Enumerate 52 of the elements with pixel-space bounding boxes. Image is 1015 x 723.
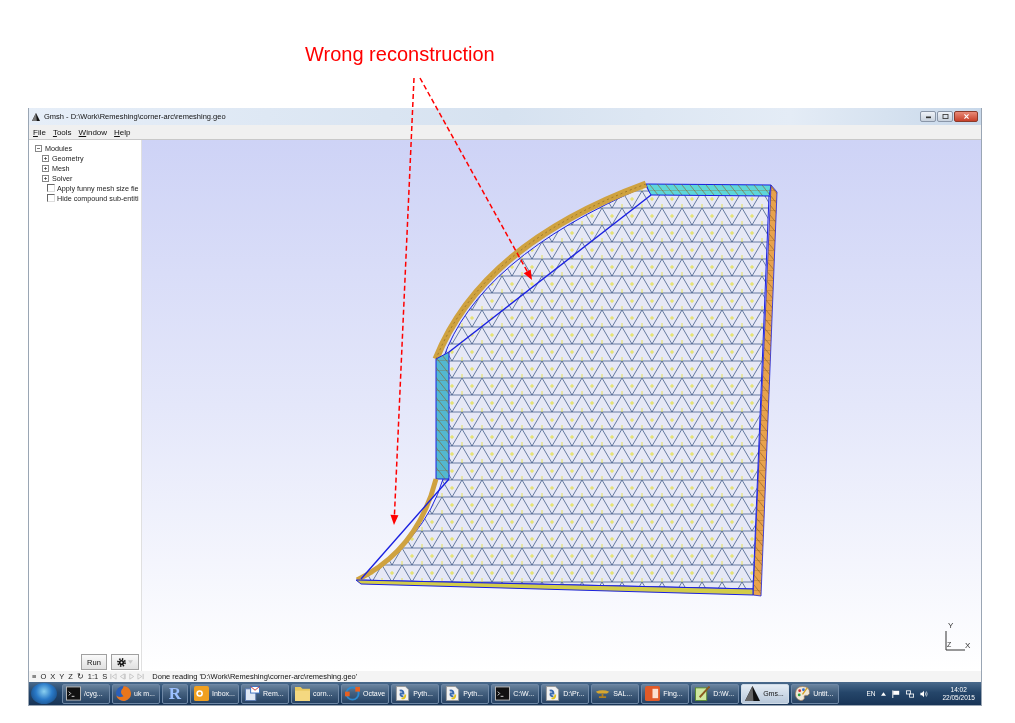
axes-icon	[945, 631, 965, 651]
flag-icon[interactable]	[892, 689, 901, 698]
options-button[interactable]	[111, 654, 139, 670]
collapse-toggle[interactable]	[35, 144, 42, 152]
taskbar-button[interactable]: R	[162, 683, 188, 704]
speaker-icon[interactable]	[920, 689, 929, 698]
palette-icon	[795, 686, 811, 701]
menu-item[interactable]: File	[32, 127, 47, 137]
slides-icon	[645, 686, 661, 701]
plus-icon	[44, 166, 47, 170]
expand-toggle[interactable]	[42, 164, 49, 172]
checkbox[interactable]	[47, 194, 55, 202]
document-icon	[445, 686, 461, 701]
document-icon	[395, 686, 411, 701]
menu-item[interactable]: Help	[113, 127, 132, 137]
annotation-text: Wrong reconstruction	[305, 43, 495, 65]
close-button[interactable]	[954, 111, 978, 122]
plus-icon	[44, 156, 47, 160]
document-icon	[545, 686, 561, 701]
maximize-button[interactable]	[937, 111, 953, 122]
skip-back-icon	[110, 673, 118, 680]
minus-icon	[37, 146, 40, 150]
envelope-icon	[244, 686, 260, 701]
skip-forward-icon	[137, 673, 145, 680]
ring-icon	[344, 686, 360, 701]
network-icon[interactable]	[906, 689, 915, 698]
axis-label: Y	[948, 621, 954, 630]
plus-icon	[44, 176, 47, 180]
checkbox[interactable]	[47, 184, 55, 192]
gear-icon	[117, 657, 126, 667]
maximize-icon	[941, 114, 949, 119]
up-caret-icon[interactable]	[881, 691, 887, 696]
minimize-icon	[924, 114, 932, 119]
expand-toggle[interactable]	[42, 174, 49, 182]
lamp-icon	[595, 689, 611, 698]
step-back-icon	[119, 673, 127, 680]
menu-item[interactable]: Tools	[51, 127, 73, 137]
triangle-icon	[32, 112, 40, 121]
mail-icon	[194, 686, 209, 701]
console-icon	[495, 686, 511, 701]
notepad-icon	[695, 686, 711, 701]
axis-label: X	[965, 641, 971, 650]
expand-toggle[interactable]	[42, 154, 49, 162]
triangle-icon	[745, 686, 761, 701]
minimize-button[interactable]	[920, 111, 936, 122]
play-icon	[128, 673, 136, 680]
globe-icon	[116, 686, 131, 701]
folder-icon	[294, 686, 310, 701]
menu-item[interactable]: Window	[77, 127, 109, 137]
close-icon	[962, 114, 970, 119]
start-button[interactable]	[31, 683, 57, 704]
console-icon	[66, 686, 81, 701]
